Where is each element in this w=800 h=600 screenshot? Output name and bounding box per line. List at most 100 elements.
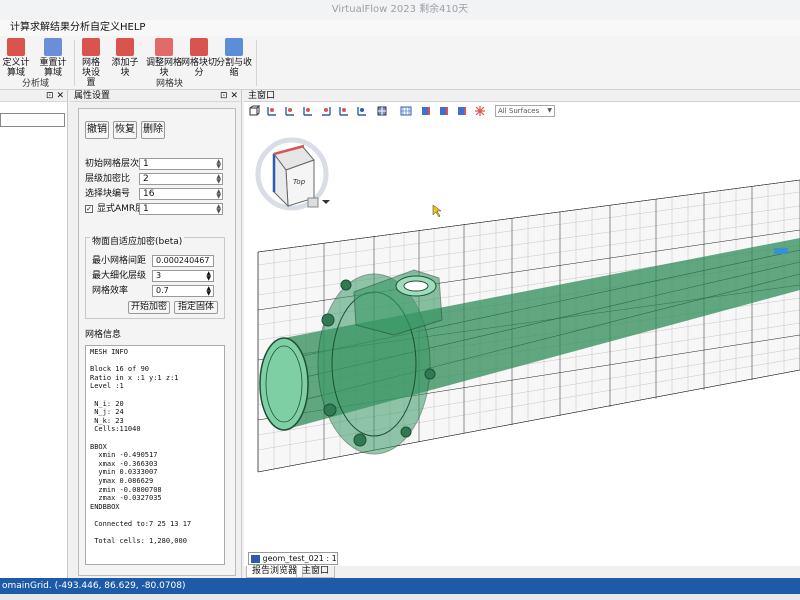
split-block-label: 网格块切分 (180, 58, 217, 78)
split-block-icon (190, 38, 208, 56)
add-subblock-label: 添加子块 (111, 58, 139, 78)
navigation-cube[interactable]: Top (255, 137, 330, 211)
min-spacing-input[interactable]: 0.000240467 (152, 255, 214, 267)
group-label-block: 网格块 (156, 79, 184, 89)
amr-checkbox[interactable]: ✓ (85, 205, 93, 213)
axis-neg-x-icon[interactable] (284, 105, 296, 117)
document-icon (251, 554, 260, 563)
axis-y-icon[interactable] (302, 105, 314, 117)
view-cube-icon[interactable] (248, 105, 260, 117)
spin-arrows-icon[interactable]: ▲ ▼ (216, 189, 221, 200)
mesh-view-icon[interactable] (400, 105, 412, 117)
split-shrink-button[interactable]: 分割与收缩 (216, 38, 252, 78)
adaptive-refine-group: 物面自适应加密(beta) 最小网格间距 0.000240467 最大细化层级 … (85, 236, 225, 319)
add-subblock-button[interactable]: 添加子块 (108, 38, 142, 78)
group-label-domain: 分析域 (22, 79, 50, 89)
tab-main-window[interactable]: 主窗口 (296, 566, 336, 578)
bottom-tab-bar: 报告浏览器 主窗口 (244, 566, 800, 578)
block-number-value: 16 (143, 189, 155, 199)
tab-report-browser[interactable]: 报告浏览器 (246, 566, 304, 578)
clip-y-icon[interactable] (438, 105, 450, 117)
split-block-button[interactable]: 网格块切分 (180, 38, 218, 78)
ribbon-toolbar: 定义计算域 重置计算域 分析域 网格块设置 添加子块 调整网格块 网格块切分 分… (0, 36, 800, 90)
restore-button[interactable]: 恢复 (113, 121, 137, 139)
surface-filter-dropdown[interactable]: All Surfaces ▼ (495, 105, 555, 117)
left-panel: ⊡ ✕ (0, 90, 68, 578)
axis-x-icon[interactable] (266, 105, 278, 117)
add-subblock-icon (116, 38, 134, 56)
split-shrink-icon (225, 38, 243, 56)
status-text: omainGrid. (-493.446, 86.629, -80.0708) (2, 581, 186, 591)
bottom-strip (0, 594, 800, 600)
ratio-value: 2 (143, 174, 149, 184)
adjust-block-icon (155, 38, 173, 56)
block-settings-button[interactable]: 网格块设置 (78, 38, 104, 88)
adjust-block-button[interactable]: 调整网格块 (144, 38, 184, 78)
define-domain-button[interactable]: 定义计算域 (0, 38, 32, 78)
max-level-spinbox[interactable]: 3 ▲ ▼ (152, 270, 214, 282)
document-tab-label: geom_test_021 : 1 (262, 554, 337, 563)
mesh-scene: Top (255, 137, 800, 473)
view-toolbar: All Surfaces ▼ (244, 102, 800, 120)
ribbon-separator (74, 40, 75, 86)
window-title: VirtualFlow 2023 剩余410天 (331, 4, 469, 15)
split-shrink-label: 分割与收缩 (216, 58, 253, 78)
block-number-spinbox[interactable]: 16 ▲ ▼ (139, 188, 223, 200)
clip-x-icon[interactable] (420, 105, 432, 117)
max-level-label: 最大细化层级 (92, 271, 147, 281)
explode-view-icon[interactable] (474, 105, 486, 117)
left-panel-input[interactable] (0, 113, 65, 127)
efficiency-label: 网格效率 (92, 286, 129, 296)
properties-panel: 属性设置 ⊡ ✕ 撤销 恢复 删除 初始网格层次数 1 ▲ ▼ 层级加密比 2 ▲ ▼ … (70, 90, 242, 578)
spin-arrows-icon[interactable]: ▲ ▼ (216, 204, 221, 215)
reset-domain-label: 重置计算域 (39, 58, 67, 78)
main-window-title: 主窗口 (248, 91, 276, 101)
spin-arrows-icon[interactable]: ▲ ▼ (206, 286, 211, 297)
axis-z-icon[interactable] (338, 105, 350, 117)
ribbon-separator (256, 40, 257, 86)
main-window: 主窗口 All Surfaces ▼ Top geom_test_021: 1… (244, 90, 800, 578)
clip-z-icon[interactable] (456, 105, 468, 117)
mesh-info-label: 网格信息 (85, 330, 122, 340)
document-tab[interactable]: geom_test_021 : 1 (248, 552, 338, 565)
min-spacing-label: 最小网格间距 (92, 256, 147, 266)
3d-viewport[interactable]: Top (244, 120, 800, 552)
menu-help[interactable]: HELP (114, 20, 151, 36)
efficiency-value: 0.7 (156, 286, 169, 295)
properties-title: 属性设置 (74, 91, 111, 101)
max-level-value: 3 (156, 271, 162, 280)
define-domain-icon (7, 38, 25, 56)
efficiency-spinbox[interactable]: 0.7 ▲ ▼ (152, 285, 214, 297)
axis-neg-y-icon[interactable] (320, 105, 332, 117)
cube-face-label: Top (293, 178, 306, 186)
ratio-spinbox[interactable]: 2 ▲ ▼ (139, 173, 223, 185)
init-level-value: 1 (143, 159, 149, 169)
reset-domain-button[interactable]: 重置计算域 (36, 38, 70, 78)
chevron-down-icon: ▼ (547, 107, 552, 114)
status-bar: omainGrid. (-493.446, 86.629, -80.0708) (0, 578, 800, 594)
menu-bar: 计算求解 结果分析 自定义 HELP (0, 20, 800, 36)
amr-value: 1 (143, 204, 149, 214)
probe-marker (774, 248, 788, 254)
define-domain-label: 定义计算域 (2, 58, 30, 78)
init-level-spinbox[interactable]: 1 ▲ ▼ (139, 158, 223, 170)
spin-arrows-icon[interactable]: ▲ ▼ (216, 174, 221, 185)
left-panel-controls[interactable]: ⊡ ✕ (46, 90, 64, 102)
assign-solid-button[interactable]: 指定固体 (174, 301, 218, 314)
delete-button[interactable]: 删除 (141, 121, 165, 139)
spin-arrows-icon[interactable]: ▲ ▼ (216, 159, 221, 170)
adaptive-refine-title: 物面自适应加密(beta) (90, 236, 185, 248)
axis-neg-z-icon[interactable] (356, 105, 368, 117)
start-refine-button[interactable]: 开始加密 (128, 301, 170, 314)
amr-spinbox[interactable]: 1 ▲ ▼ (139, 203, 223, 215)
spin-arrows-icon[interactable]: ▲ ▼ (206, 271, 211, 282)
window-title-bar: VirtualFlow 2023 剩余410天 (0, 0, 800, 20)
left-panel-header: ⊡ ✕ (0, 90, 67, 102)
iso-view-icon[interactable] (376, 105, 388, 117)
surface-filter-value: All Surfaces (498, 107, 540, 115)
block-settings-icon (82, 38, 100, 56)
undo-button[interactable]: 撤销 (85, 121, 109, 139)
block-settings-label: 网格块设置 (81, 58, 100, 88)
adjust-block-label: 调整网格块 (145, 58, 182, 78)
properties-controls[interactable]: ⊡ ✕ (220, 90, 238, 102)
